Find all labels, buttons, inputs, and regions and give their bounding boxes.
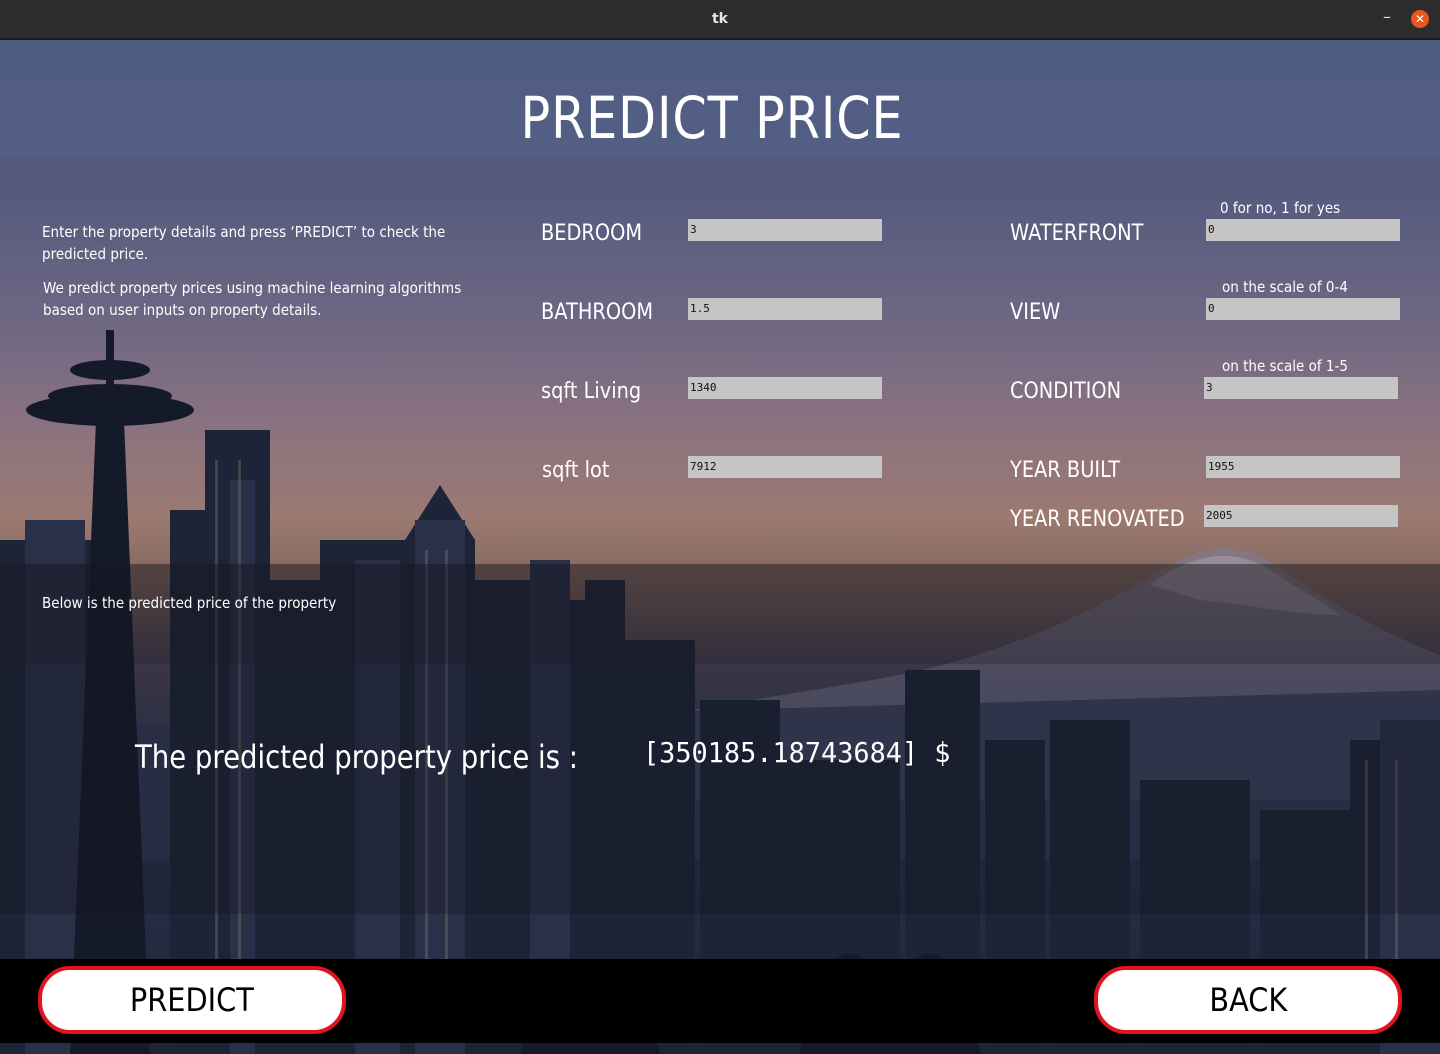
predicted-price-value: [350185.18743684] $ — [643, 736, 951, 769]
window-title: tk — [711, 11, 728, 27]
sqft-lot-input[interactable] — [688, 456, 882, 478]
minimize-icon[interactable]: – — [1379, 9, 1395, 26]
year-built-input[interactable] — [1206, 456, 1400, 478]
sqft-lot-label: sqft lot — [542, 458, 610, 483]
year-built-label: YEAR BUILT — [1010, 458, 1121, 483]
waterfront-hint: 0 for no, 1 for yes — [1220, 199, 1341, 217]
window-titlebar: tk – ✕ — [0, 0, 1440, 40]
condition-label: CONDITION — [1010, 379, 1122, 404]
bathroom-label: BATHROOM — [541, 300, 654, 325]
back-button-label: BACK — [1209, 981, 1287, 1019]
intro-text-1: Enter the property details and press ‘PR… — [42, 223, 446, 263]
view-input[interactable] — [1206, 298, 1400, 320]
close-icon[interactable]: ✕ — [1411, 10, 1429, 28]
condition-input[interactable] — [1204, 377, 1398, 399]
bedroom-input[interactable] — [688, 219, 882, 241]
condition-hint: on the scale of 1-5 — [1222, 357, 1348, 375]
page-title: PREDICT PRICE — [520, 84, 904, 152]
view-hint: on the scale of 0-4 — [1222, 278, 1348, 296]
results-header-band — [0, 564, 1440, 664]
result-label: The predicted property price is : — [135, 738, 579, 776]
sqft-living-input[interactable] — [688, 377, 882, 399]
predict-button-label: PREDICT — [130, 981, 254, 1019]
waterfront-input[interactable] — [1206, 219, 1400, 241]
back-button[interactable]: BACK — [1094, 966, 1402, 1034]
sqft-living-label: sqft Living — [541, 379, 642, 404]
year-renovated-label: YEAR RENOVATED — [1010, 507, 1185, 532]
bedroom-label: BEDROOM — [541, 221, 643, 246]
bathroom-input[interactable] — [688, 298, 882, 320]
waterfront-label: WATERFRONT — [1010, 221, 1144, 246]
predict-button[interactable]: PREDICT — [38, 966, 346, 1034]
intro-text-2: We predict property prices using machine… — [43, 279, 462, 319]
view-label: VIEW — [1010, 300, 1061, 325]
result-caption: Below is the predicted price of the prop… — [42, 594, 337, 612]
year-renovated-input[interactable] — [1204, 505, 1398, 527]
